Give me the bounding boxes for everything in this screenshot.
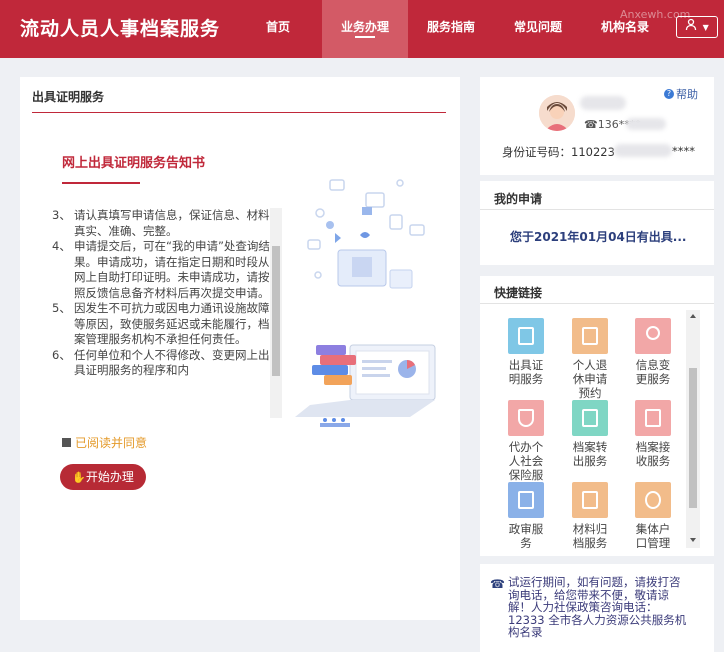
notice-item: 5、 因发生不可抗力或因电力通讯设施故障等原因，致使服务延迟或未能履行，档案管理服… [52, 301, 270, 346]
user-menu-button[interactable]: ▼ [676, 16, 718, 38]
title-divider [32, 112, 446, 113]
quick-links-title: 快捷链接 [494, 286, 543, 300]
chevron-down-icon: ▼ [702, 23, 709, 32]
application-item[interactable]: 您于2021年01月04日有出具... [510, 228, 686, 245]
panel-title: 出具证明服务 [32, 90, 105, 104]
id-number: 身份证号码：110223 [502, 145, 615, 159]
calendar-icon [572, 318, 608, 354]
avatar [539, 95, 575, 131]
top-header: 流动人员人事档案服务 首页 业务办理 服务指南 常见问题 机构名录 Anxewh… [0, 0, 724, 58]
user-icon [685, 18, 703, 33]
quick-links-scrollbar[interactable] [686, 310, 700, 548]
quick-link-info-change[interactable]: 信息变更服务 [631, 318, 675, 386]
notice-underline [62, 182, 140, 184]
phone-icon: ☎ [490, 577, 505, 591]
shield-icon [508, 400, 544, 436]
redacted-id [614, 144, 672, 157]
export-icon [572, 400, 608, 436]
quick-link-archive[interactable]: 材料归档服务 [568, 482, 612, 550]
scroll-down-icon[interactable] [690, 538, 696, 542]
redacted-phone [626, 118, 666, 130]
id-number-tail: **** [672, 144, 695, 158]
nav-business[interactable]: 业务办理 [322, 0, 408, 58]
quick-link-transfer-out[interactable]: 档案转出服务 [568, 400, 612, 468]
help-icon: ? [664, 89, 674, 99]
notice-scrollbar[interactable] [270, 208, 282, 418]
nav-faq[interactable]: 常见问题 [505, 0, 571, 58]
quick-link-social-insurance[interactable]: 代办个人社会保险服 [504, 400, 548, 482]
household-icon [635, 482, 671, 518]
nav-home[interactable]: 首页 [250, 0, 306, 58]
quick-link-receive[interactable]: 档案接收服务 [631, 400, 675, 468]
agree-checkbox[interactable] [62, 438, 71, 447]
archive-icon [572, 482, 608, 518]
quick-link-political-review[interactable]: 政审服务 [504, 482, 548, 550]
scroll-up-icon[interactable] [690, 314, 696, 318]
notice-scroll-area[interactable]: 3、 请认真填写申请信息，保证信息、材料真实、准确、完整。 4、 申请提交后，可在“… [50, 205, 282, 420]
notice-item: 4、 申请提交后，可在“我的申请”处查询结果。申请成功，请在指定日期和时段从网上自… [52, 239, 270, 300]
divider [480, 209, 714, 210]
quick-link-household[interactable]: 集体户口管理 [631, 482, 675, 550]
notice-item: 3、 请认真填写申请信息，保证信息、材料真实、准确、完整。 [52, 208, 270, 238]
notice-title: 网上出具证明服务告知书 [62, 156, 206, 171]
notice-scrollbar-thumb[interactable] [272, 246, 280, 376]
site-title[interactable]: 流动人员人事档案服务 [20, 14, 220, 41]
business-illustration [290, 155, 445, 435]
user-edit-icon [635, 318, 671, 354]
notice-item: 6、 任何单位和个人不得修改、变更网上出具证明服务的程序和内 [52, 347, 270, 378]
divider [480, 303, 714, 304]
nav-guide[interactable]: 服务指南 [418, 0, 484, 58]
import-icon [635, 400, 671, 436]
agree-checkbox-row[interactable]: 已阅读并同意 [62, 434, 147, 451]
quick-links-scrollbar-thumb[interactable] [689, 368, 697, 508]
my-applications-title: 我的申请 [494, 192, 543, 206]
quick-link-certificate[interactable]: 出具证明服务 [504, 318, 548, 386]
info-text: 试运行期间，如有问题，请拨打咨询电话，给您带来不便，敬请谅解！人力社保政策咨询电… [508, 575, 687, 639]
id-card-icon [508, 482, 544, 518]
hand-pointer-icon: ✋ [72, 471, 86, 484]
quick-link-retirement[interactable]: 个人退休申请预约 [568, 318, 612, 400]
start-button[interactable]: ✋开始办理 [60, 464, 146, 490]
help-link[interactable]: ? 帮助 [664, 86, 698, 102]
document-icon [508, 318, 544, 354]
redacted-name [580, 96, 626, 110]
agree-label: 已阅读并同意 [75, 436, 148, 450]
